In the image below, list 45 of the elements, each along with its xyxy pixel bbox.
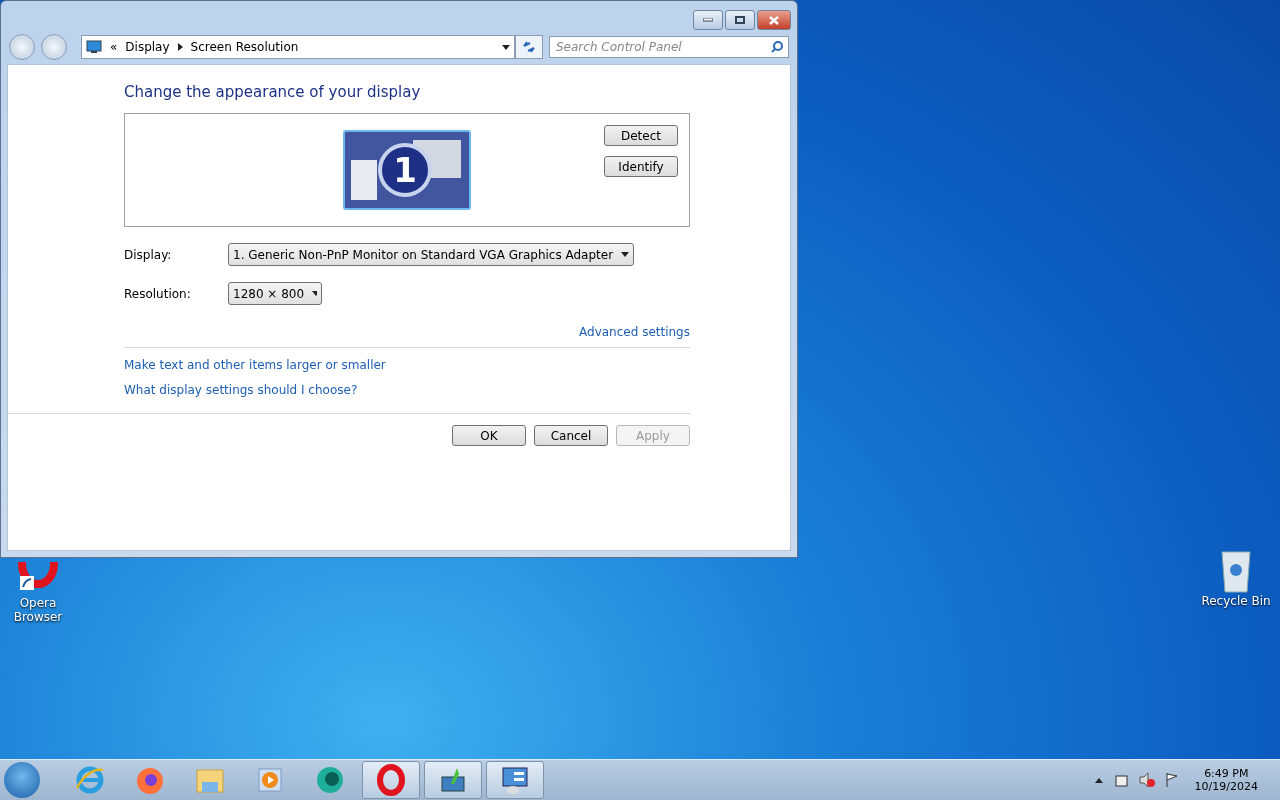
preview-button[interactable]: Detect <box>604 125 678 146</box>
caret-icon[interactable] <box>312 291 317 296</box>
monitor-icon <box>86 40 102 54</box>
chevron-icon[interactable] <box>177 43 183 51</box>
caret-icon[interactable] <box>621 252 630 257</box>
breadcrumb-item[interactable]: Screen Resolution <box>190 40 299 54</box>
maximize-button[interactable] <box>725 10 755 30</box>
taskbar-button[interactable] <box>362 761 420 799</box>
refresh-button[interactable] <box>515 35 543 59</box>
orb-icon[interactable] <box>314 764 346 796</box>
taskbar-button[interactable] <box>424 761 482 799</box>
help-link[interactable]: Make text and other items larger or smaller <box>124 358 386 372</box>
minimize-icon <box>703 18 713 22</box>
search-field[interactable]: Search Control Panel <box>549 36 789 58</box>
breadcrumb-overflow[interactable]: « <box>110 40 118 54</box>
muted-speaker-icon[interactable] <box>1138 772 1155 788</box>
opera-o-icon[interactable] <box>375 764 407 796</box>
dropdown[interactable]: 1280 × 800 <box>228 282 322 305</box>
search-icon[interactable] <box>771 41 783 53</box>
flag-icon[interactable] <box>1164 772 1179 788</box>
maximize-icon <box>735 16 745 24</box>
clock[interactable]: 6:49 PM 10/19/2024 <box>1194 767 1258 793</box>
dialog-button[interactable]: Cancel <box>534 425 608 446</box>
desktop-icon-label[interactable]: Opera Browser <box>0 596 76 624</box>
close-button[interactable] <box>757 10 791 30</box>
start-button[interactable] <box>4 762 40 798</box>
taskbar-button[interactable] <box>486 761 544 799</box>
help-link[interactable]: What display settings should I choose? <box>124 383 358 397</box>
dialog-button[interactable]: OK <box>452 425 526 446</box>
advanced-settings-link[interactable]: Advanced settings <box>579 325 690 347</box>
address-bar[interactable]: « Display Screen Resolution <box>81 35 515 59</box>
breadcrumb-item[interactable]: Display <box>125 40 170 54</box>
field-label: Display: <box>124 247 173 262</box>
numbered-monitor-drawing[interactable]: 1 <box>343 130 471 210</box>
control-panel-icon[interactable] <box>499 764 531 796</box>
refresh-icon <box>522 41 536 53</box>
desktop-icon-label[interactable]: Recycle Bin <box>1201 594 1271 608</box>
network-icon[interactable] <box>1112 772 1129 788</box>
dropdown-caret-icon[interactable] <box>502 44 510 50</box>
dropdown[interactable]: 1. Generic Non-PnP Monitor on Standard VGA Graphics Adapter <box>228 243 635 266</box>
up-arrow-icon[interactable] <box>1094 777 1103 783</box>
page-heading: Change the appearance of your display <box>124 83 422 101</box>
field-label: Resolution: <box>124 286 192 301</box>
preview-button[interactable]: Identify <box>604 156 678 177</box>
close-icon <box>769 15 779 25</box>
